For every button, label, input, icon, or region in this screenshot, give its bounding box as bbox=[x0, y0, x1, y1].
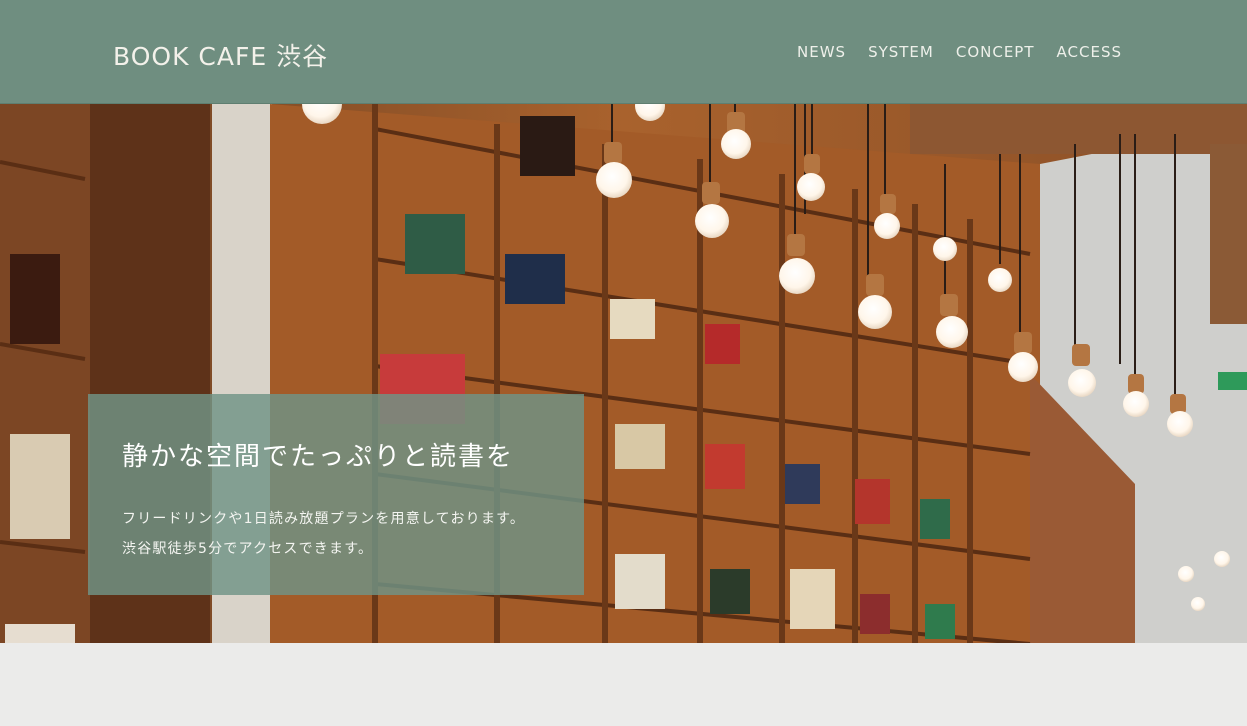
nav-concept[interactable]: CONCEPT bbox=[956, 43, 1035, 61]
site-header: BOOK CAFE 渋谷 NEWS SYSTEM CONCEPT ACCESS bbox=[0, 0, 1247, 104]
hero-description: フリードリンクや1日読み放題プランを用意しております。 渋谷駅徒歩5分でアクセス… bbox=[122, 504, 525, 564]
hero-heading: 静かな空間でたっぷりと読書を bbox=[122, 442, 515, 472]
hero-caption-box: 静かな空間でたっぷりと読書を フリードリンクや1日読み放題プランを用意しておりま… bbox=[88, 394, 584, 595]
main-nav: NEWS SYSTEM CONCEPT ACCESS bbox=[797, 43, 1122, 61]
site-logo[interactable]: BOOK CAFE 渋谷 bbox=[113, 37, 328, 73]
hero-description-line: 渋谷駅徒歩5分でアクセスできます。 bbox=[122, 541, 374, 557]
nav-access[interactable]: ACCESS bbox=[1057, 43, 1122, 61]
hero-description-line: フリードリンクや1日読み放題プランを用意しております。 bbox=[122, 511, 526, 527]
nav-news[interactable]: NEWS bbox=[797, 43, 846, 61]
hero-section: 静かな空間でたっぷりと読書を フリードリンクや1日読み放題プランを用意しておりま… bbox=[0, 104, 1247, 643]
nav-system[interactable]: SYSTEM bbox=[868, 43, 934, 61]
content-area bbox=[0, 643, 1247, 726]
